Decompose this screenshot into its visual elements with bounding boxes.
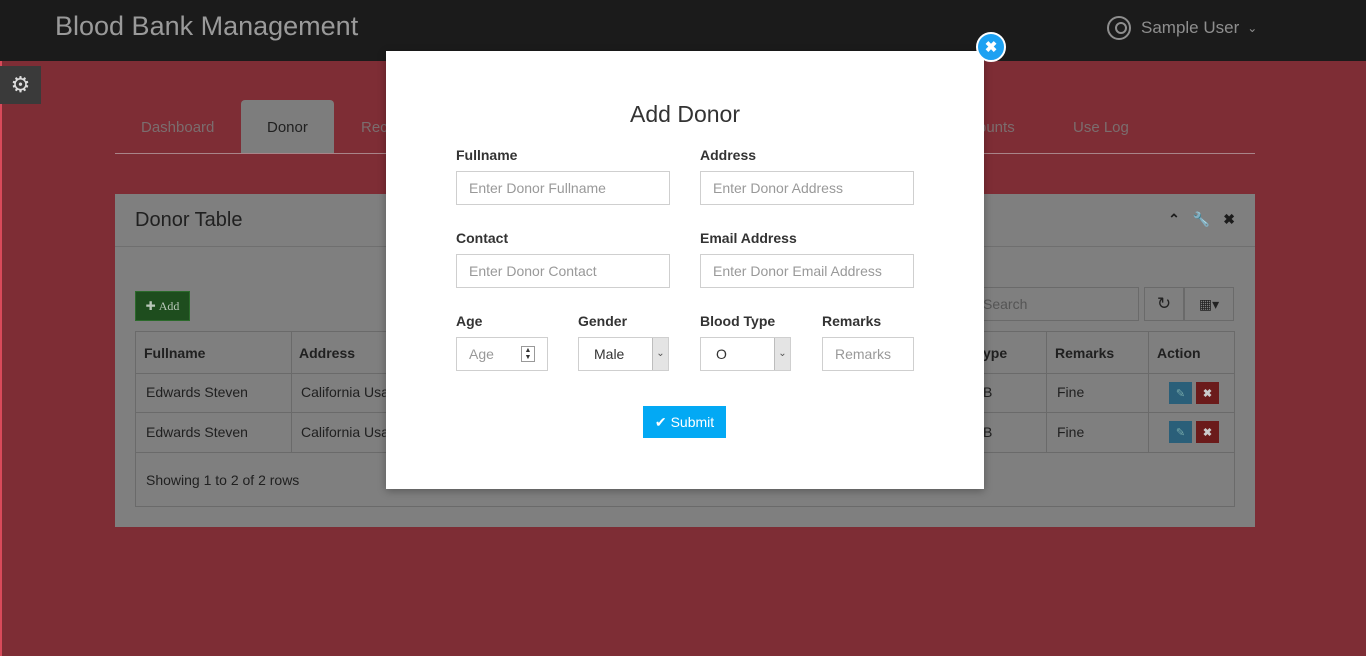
tab-use-log[interactable]: Use Log — [1047, 100, 1155, 153]
gender-select[interactable]: Male ⌄ — [578, 337, 669, 371]
column-header-action: Action — [1157, 345, 1201, 361]
remarks-input[interactable]: Remarks — [822, 337, 914, 371]
address-label: Address — [700, 147, 757, 163]
number-stepper-icon[interactable]: ▲ ▼ — [521, 346, 535, 362]
plus-icon: ✚ — [145, 298, 159, 313]
search-input[interactable]: Search — [966, 287, 1139, 321]
panel-title: Donor Table — [135, 209, 243, 231]
cell-blood-type: B — [983, 424, 993, 440]
column-divider — [291, 332, 292, 452]
grid-icon: ▦▾ — [1198, 295, 1220, 312]
gear-icon[interactable]: ⚙ — [0, 66, 41, 104]
modal-title: Add Donor — [630, 101, 740, 127]
gender-value: Male — [594, 346, 625, 362]
delete-icon[interactable]: ✖ — [1196, 421, 1219, 443]
blood-type-label: Blood Type — [700, 313, 776, 329]
cell-fullname: Edwards Steven — [146, 424, 248, 440]
cell-fullname: Edwards Steven — [146, 384, 248, 400]
pagination-info: Showing 1 to 2 of 2 rows — [146, 472, 300, 488]
chevron-down-icon: ⌄ — [1247, 21, 1258, 35]
panel-tools: ⌃ 🔧 ✖ — [1168, 211, 1235, 228]
add-label: Add — [158, 298, 180, 313]
column-header-remarks[interactable]: Remarks — [1055, 345, 1114, 361]
age-placeholder: Age — [469, 346, 494, 362]
edit-icon[interactable]: ✎ — [1169, 421, 1192, 443]
address-input[interactable]: Enter Donor Address — [700, 171, 914, 205]
cell-address: California Usa — [301, 384, 389, 400]
age-label: Age — [456, 313, 483, 329]
app-title: Blood Bank Management — [55, 11, 359, 41]
tab-donor[interactable]: Donor — [241, 100, 334, 153]
user-icon — [1107, 16, 1131, 40]
add-donor-modal: Add Donor Fullname Enter Donor Fullname … — [386, 51, 984, 489]
columns-toggle-button[interactable]: ▦▾ — [1184, 287, 1234, 321]
fullname-label: Fullname — [456, 147, 518, 163]
cell-remarks: Fine — [1057, 384, 1085, 400]
email-label: Email Address — [700, 230, 797, 246]
remarks-label: Remarks — [822, 313, 882, 329]
gender-label: Gender — [578, 313, 628, 329]
contact-input[interactable]: Enter Donor Contact — [456, 254, 670, 288]
close-icon[interactable]: ✖ — [1223, 211, 1235, 228]
chevron-down-icon: ⌄ — [774, 338, 790, 370]
submit-label: Submit — [670, 414, 715, 430]
fullname-input[interactable]: Enter Donor Fullname — [456, 171, 670, 205]
modal-close-icon[interactable]: ✖ — [976, 32, 1006, 62]
column-divider — [1148, 332, 1149, 452]
refresh-icon[interactable]: ↻ — [1144, 287, 1184, 321]
edit-icon[interactable]: ✎ — [1169, 382, 1192, 404]
column-header-address[interactable]: Address — [299, 345, 355, 361]
user-name: Sample User — [1141, 18, 1240, 37]
email-input[interactable]: Enter Donor Email Address — [700, 254, 914, 288]
cell-blood-type: B — [983, 384, 993, 400]
contact-label: Contact — [456, 230, 509, 246]
delete-icon[interactable]: ✖ — [1196, 382, 1219, 404]
tab-dashboard[interactable]: Dashboard — [115, 100, 240, 153]
blood-type-select[interactable]: O ⌄ — [700, 337, 791, 371]
column-header-fullname[interactable]: Fullname — [144, 345, 205, 361]
user-menu[interactable]: Sample User ⌄ — [1107, 16, 1257, 40]
column-divider — [1046, 332, 1047, 452]
wrench-icon[interactable]: 🔧 — [1193, 211, 1210, 228]
column-header-blood-type[interactable]: ype — [983, 345, 1007, 361]
cell-address: California Usa — [301, 424, 389, 440]
blood-type-value: O — [716, 346, 727, 362]
submit-button[interactable]: ✔ Submit — [643, 406, 726, 438]
chevron-down-icon: ⌄ — [652, 338, 668, 370]
cell-remarks: Fine — [1057, 424, 1085, 440]
age-input[interactable]: Age ▲ ▼ — [456, 337, 548, 371]
add-donor-button[interactable]: ✚ Add — [135, 291, 190, 321]
check-icon: ✔ — [654, 413, 667, 430]
collapse-icon[interactable]: ⌃ — [1168, 211, 1180, 228]
